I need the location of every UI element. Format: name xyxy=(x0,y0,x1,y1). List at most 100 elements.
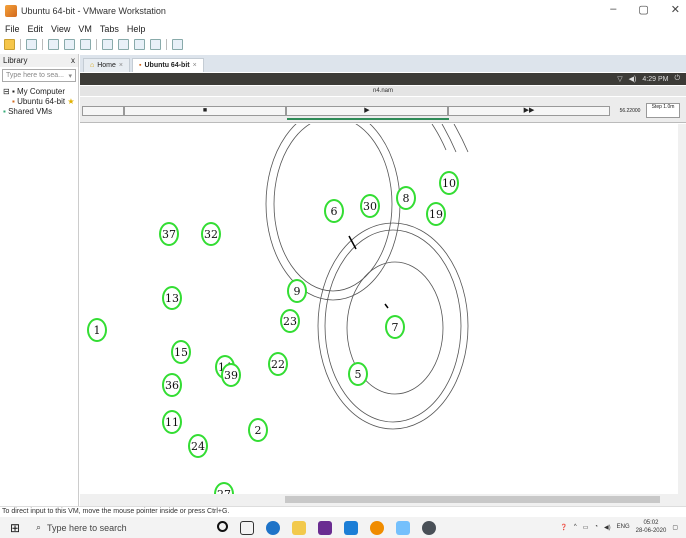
power-icon[interactable] xyxy=(4,39,15,50)
range-ring-arc xyxy=(441,124,457,153)
chevron-down-icon[interactable]: ▾ xyxy=(68,72,72,80)
vmware-taskbar-icon[interactable] xyxy=(396,520,410,535)
tab-strip: ⌂ Home × ▪ Ubuntu 64-bit × xyxy=(80,55,686,72)
toolbar-divider xyxy=(166,39,167,50)
tree-item-shared-vms[interactable]: ▪ Shared VMs xyxy=(3,107,75,117)
sim-node-19[interactable]: 19 xyxy=(426,202,446,226)
sim-node-11[interactable]: 11 xyxy=(162,410,182,434)
sim-node-39[interactable]: 39 xyxy=(221,363,241,387)
tree-item-my-computer[interactable]: ⊟ ▪ My Computer xyxy=(3,87,75,97)
unity-icon[interactable] xyxy=(150,39,161,50)
menu-tabs[interactable]: Tabs xyxy=(100,24,119,36)
status-bar: To direct input to this VM, move the mou… xyxy=(0,506,686,517)
sim-node-1[interactable]: 1 xyxy=(87,318,107,342)
task-view-icon[interactable] xyxy=(240,520,254,535)
rewind-slider-segment[interactable] xyxy=(82,106,124,116)
sim-node-8[interactable]: 8 xyxy=(396,186,416,210)
windows-taskbar: ⊞ ⌕ Type here to search ❓ ^ ▭ ◔ ◀) ENG 0… xyxy=(0,517,686,538)
playback-progress-bar xyxy=(287,118,449,120)
sim-node-36[interactable]: 36 xyxy=(162,373,182,397)
horizontal-scrollbar[interactable] xyxy=(80,494,686,506)
sim-node-23[interactable]: 23 xyxy=(280,309,300,333)
network-icon[interactable]: ▽ xyxy=(617,75,622,83)
volume-icon[interactable]: ◀) xyxy=(629,75,637,83)
menu-edit[interactable]: Edit xyxy=(28,24,44,36)
snapshot-icon[interactable] xyxy=(48,39,59,50)
library-toggle-icon[interactable] xyxy=(102,39,113,50)
tab-close-icon[interactable]: × xyxy=(119,62,123,69)
maximize-button[interactable]: ▢ xyxy=(638,3,648,16)
sim-node-7[interactable]: 7 xyxy=(385,315,405,339)
console-view-icon[interactable] xyxy=(172,39,183,50)
close-button[interactable]: ✕ xyxy=(671,3,680,16)
revert-snapshot-icon[interactable] xyxy=(64,39,75,50)
tab-close-icon[interactable]: × xyxy=(193,62,197,69)
file-explorer-icon[interactable] xyxy=(292,520,306,535)
fast-forward-button[interactable]: ▶▶ xyxy=(448,106,610,116)
menu-help[interactable]: Help xyxy=(127,24,146,36)
library-close-button[interactable]: x xyxy=(71,56,75,65)
battery-icon[interactable]: ▭ xyxy=(583,524,589,531)
cortana-icon[interactable] xyxy=(217,520,228,532)
volume-icon[interactable]: ◀) xyxy=(604,524,611,531)
windows-start-icon[interactable]: ⊞ xyxy=(10,522,24,534)
sim-node-37[interactable]: 37 xyxy=(159,222,179,246)
nam-animation-canvas[interactable]: 1256789101113141519222324273032363739 xyxy=(80,124,678,494)
sim-node-32[interactable]: 32 xyxy=(201,222,221,246)
home-icon: ⌂ xyxy=(90,62,95,69)
taskbar-time: 05:02 xyxy=(643,520,659,526)
thumbnail-icon[interactable] xyxy=(118,39,129,50)
help-icon[interactable]: ❓ xyxy=(560,524,567,531)
store-icon[interactable] xyxy=(344,520,358,535)
sim-node-9[interactable]: 9 xyxy=(287,279,307,303)
notification-icon[interactable]: ▢ xyxy=(672,524,678,531)
tree-item-ubuntu[interactable]: ▪ Ubuntu 64-bit ★ xyxy=(3,97,75,107)
vmware-app-icon xyxy=(5,5,17,17)
sim-node-2[interactable]: 2 xyxy=(248,418,268,442)
taskbar-search-box[interactable]: ⌕ Type here to search xyxy=(32,518,197,537)
search-icon: ⌕ xyxy=(36,522,42,532)
language-indicator[interactable]: ENG xyxy=(617,524,630,530)
edge-icon[interactable] xyxy=(266,520,280,535)
menu-vm[interactable]: VM xyxy=(78,24,92,36)
tab-home[interactable]: ⌂ Home × xyxy=(83,58,131,72)
menu-file[interactable]: File xyxy=(5,24,20,36)
sim-node-13[interactable]: 13 xyxy=(162,286,182,310)
tab-ubuntu[interactable]: ▪ Ubuntu 64-bit × xyxy=(132,58,204,72)
range-ring-arc xyxy=(453,124,469,153)
toolbar xyxy=(0,37,686,52)
taskbar-apps xyxy=(217,520,436,535)
vertical-scrollbar[interactable] xyxy=(678,124,686,494)
step-speed-slider[interactable]: Step 1.0m xyxy=(646,103,680,118)
fullscreen-icon[interactable] xyxy=(134,39,145,50)
guest-window-title: n4.nam xyxy=(80,86,686,96)
tree-item-label: My Computer xyxy=(17,87,66,96)
shared-vms-icon: ▪ xyxy=(3,107,6,116)
toolbar-divider xyxy=(96,39,97,50)
minimize-button[interactable]: – xyxy=(610,3,616,16)
tree-item-label: Shared VMs xyxy=(8,107,53,116)
toolbar-divider xyxy=(42,39,43,50)
visual-studio-icon[interactable] xyxy=(318,520,332,535)
firefox-icon[interactable] xyxy=(370,520,384,535)
chevron-up-icon[interactable]: ^ xyxy=(574,524,577,530)
library-search-input[interactable]: Type here to sea... ▾ xyxy=(2,69,76,82)
scrollbar-thumb[interactable] xyxy=(285,496,660,503)
printer-icon[interactable] xyxy=(26,39,37,50)
stop-button[interactable]: ■ xyxy=(124,106,286,116)
sim-node-10[interactable]: 10 xyxy=(439,171,459,195)
network-icon[interactable]: ◔ xyxy=(594,524,598,530)
menu-view[interactable]: View xyxy=(51,24,70,36)
sim-node-15[interactable]: 15 xyxy=(171,340,191,364)
taskbar-clock[interactable]: 05:02 28-06-2020 xyxy=(636,519,667,535)
sim-node-24[interactable]: 24 xyxy=(188,434,208,458)
sim-node-30[interactable]: 30 xyxy=(360,194,380,218)
snapshot-manager-icon[interactable] xyxy=(80,39,91,50)
library-header: Library x xyxy=(0,54,78,67)
app-icon[interactable] xyxy=(422,520,436,535)
sim-node-5[interactable]: 5 xyxy=(348,362,368,386)
sim-node-6[interactable]: 6 xyxy=(324,199,344,223)
power-icon[interactable]: ⏻ xyxy=(674,75,680,83)
sim-node-22[interactable]: 22 xyxy=(268,352,288,376)
play-button[interactable]: ▶ xyxy=(286,106,448,116)
